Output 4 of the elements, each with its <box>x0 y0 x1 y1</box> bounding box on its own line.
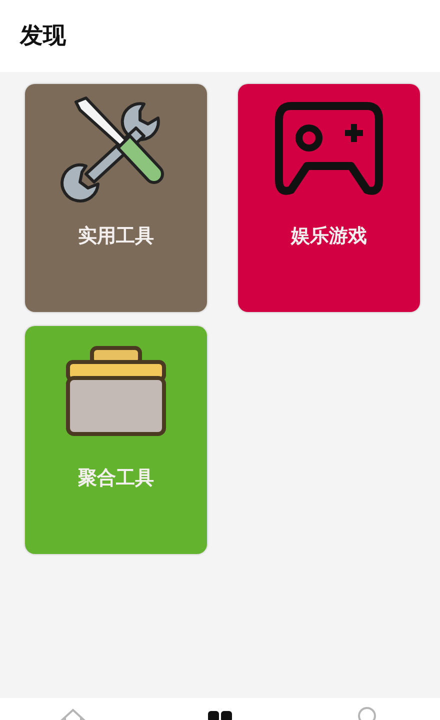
category-tile[interactable]: 实用工具 <box>25 84 207 312</box>
category-tile[interactable]: 聚合工具 <box>25 326 207 554</box>
category-tile[interactable]: 娱乐游戏 <box>238 84 420 312</box>
page-title: 发现 <box>20 22 66 51</box>
